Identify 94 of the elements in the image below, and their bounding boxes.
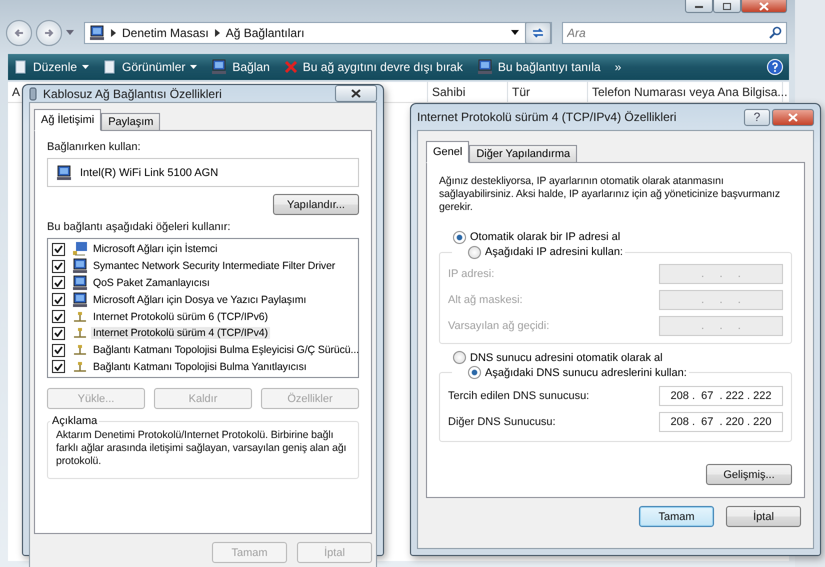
tab[interactable]: Genel [426, 141, 470, 163]
list-item[interactable]: Internet Protokolü sürüm 4 (TCP/IPv4) [91, 327, 270, 340]
breadcrumb-arrow-icon [111, 29, 116, 37]
computer-icon [72, 258, 88, 274]
checkbox[interactable] [52, 293, 65, 306]
help-button[interactable]: ? [744, 108, 770, 126]
intro-text: Ağınız destekliyorsa, IP ayarlarının otomatik olarak atanmasını sağlayabilirsiniz. Aksi halde, IP ayarlarınız için ağ yöneticinize başvurmanız gerekir. [439, 175, 782, 214]
network-computer-icon [72, 241, 88, 258]
default-button[interactable]: Tamam [639, 506, 714, 527]
radio-button[interactable]: Otomatik olarak bir IP adresi al [453, 230, 792, 244]
advanced-button[interactable]: Gelişmiş... [706, 464, 792, 485]
checkbox[interactable] [52, 310, 65, 324]
window-title: Internet Protokolü sürüm 4 (TCP/IPv4) Özellikleri [417, 110, 678, 124]
list-item[interactable]: Symantec Network Security Intermediate Filter Driver [91, 260, 338, 272]
adapter-field: Intel(R) WiFi Link 5100 AGN [47, 158, 359, 187]
radio-button[interactable]: DNS sunucu adresini otomatik olarak al [453, 351, 792, 364]
back-button[interactable] [6, 20, 32, 46]
network-protocol-icon [72, 360, 88, 373]
checkbox[interactable] [52, 260, 65, 273]
back-arrow-icon [13, 27, 25, 39]
field-label: Diğer DNS Sunucusu: [448, 416, 556, 428]
network-adapter-icon [56, 164, 72, 180]
close-button[interactable] [741, 0, 787, 13]
forward-button[interactable] [36, 20, 62, 46]
document-icon [14, 60, 28, 74]
column-header[interactable]: Sahibi [428, 82, 508, 102]
maximize-button[interactable] [713, 0, 741, 13]
checkbox[interactable] [52, 326, 65, 340]
tab[interactable]: Ağ İletişimi [34, 109, 102, 131]
address-bar[interactable]: Denetim Masası Ağ Bağlantıları [84, 22, 552, 44]
close-icon [759, 2, 769, 10]
field-label: Tercih edilen DNS sunucusu: [448, 390, 590, 402]
forward-arrow-icon [43, 27, 55, 39]
field-label: Bağlanırken kullan: [47, 141, 142, 153]
dropdown-caret-icon [511, 30, 519, 36]
list-item[interactable]: Microsoft Ağları için Dosya ve Yazıcı Paylaşımı [91, 294, 308, 306]
monitor-icon [476, 59, 493, 75]
monitor-icon [211, 59, 228, 75]
computer-icon [72, 292, 88, 308]
list-label: Bu bağlantı aşağıdaki öğeleri kullanır: [47, 221, 232, 233]
checkbox[interactable] [52, 276, 65, 290]
control-panel-icon [89, 25, 105, 41]
toolbar-button[interactable]: » [614, 60, 622, 74]
tab[interactable]: Paylaşım [101, 113, 160, 131]
close-button[interactable] [335, 85, 377, 102]
close-icon [788, 112, 798, 122]
checkbox[interactable] [52, 242, 65, 256]
configure-button[interactable]: Yapılandır... [273, 194, 359, 215]
refresh-arrows-icon [531, 27, 545, 39]
list-item[interactable]: Bağlantı Katmanı Topolojisi Bulma Yanıtlayıcısı [91, 360, 309, 373]
field-label: Varsayılan ağ geçidi: [448, 320, 550, 332]
field-label: IP adresi: [448, 268, 494, 280]
search-icon [769, 26, 782, 39]
list-item[interactable]: Microsoft Ağları için İstemci [91, 243, 220, 256]
adapter-icon [29, 86, 37, 100]
dropdown-caret-icon [66, 30, 74, 36]
caret-icon [190, 65, 198, 69]
network-protocol-icon [72, 344, 88, 356]
help-icon [767, 59, 783, 75]
breadcrumb[interactable]: Denetim Masası [122, 26, 209, 40]
document-icon [103, 60, 118, 74]
breadcrumb-arrow-icon [214, 29, 220, 37]
computer-icon [72, 274, 88, 291]
dialog-button[interactable]: İptal [726, 506, 801, 527]
list-item[interactable]: QoS Paket Zamanlayıcısı [91, 276, 212, 289]
field-label: Alt ağ maskesi: [448, 294, 523, 306]
group-title: Açıklama [51, 415, 98, 428]
list-item[interactable]: Internet Protokolü sürüm 6 (TCP/IPv6) [91, 310, 270, 323]
tab[interactable]: Diğer Yapılandırma [469, 145, 578, 163]
checkbox[interactable] [52, 344, 65, 357]
toolbar-button[interactable]: Düzenle [14, 60, 90, 74]
checkbox[interactable] [52, 360, 65, 374]
maximize-icon [723, 2, 731, 10]
breadcrumb[interactable]: Ağ Bağlantıları [226, 26, 304, 40]
radio-button[interactable]: Aşağıdaki IP adresini kullan: [468, 246, 623, 258]
refresh-button[interactable] [525, 22, 551, 44]
caret-icon [82, 65, 90, 69]
toolbar-button[interactable]: Bağlan [211, 59, 270, 75]
cross-icon [284, 60, 298, 74]
radio-button[interactable]: Aşağıdaki DNS sunucu adreslerini kullan: [468, 366, 687, 379]
window-title: Kablosuz Ağ Bağlantısı Özellikleri [43, 86, 223, 100]
column-header[interactable]: Tür [508, 82, 588, 102]
network-protocol-icon [72, 310, 88, 323]
close-icon [351, 89, 361, 98]
toolbar-button[interactable]: Bu bağlantıyı tanıla [476, 59, 601, 75]
minimize-button[interactable] [685, 0, 713, 13]
minimize-icon [695, 3, 703, 9]
toolbar-button[interactable]: Bu ağ aygıtını devre dışı bırak [284, 60, 463, 74]
list-item[interactable]: Bağlantı Katmanı Topolojisi Bulma Eşleyicisi G/Ç Sürücü... [91, 344, 361, 356]
ip-address-field[interactable]: 208 . 67 . 222 . 222 [659, 386, 783, 406]
description-text: Aktarım Denetimi Protokolü/Internet Protokolü. Birbirine bağlı farklı ağlar arasında iletişimi sağlayan, varsayılan geniş alan ağı protokolü. [56, 429, 348, 468]
toolbar-button[interactable]: Görünümler [103, 60, 198, 74]
network-protocol-icon [72, 327, 88, 340]
ip-address-field[interactable]: 208 . 67 . 220 . 220 [659, 412, 783, 432]
